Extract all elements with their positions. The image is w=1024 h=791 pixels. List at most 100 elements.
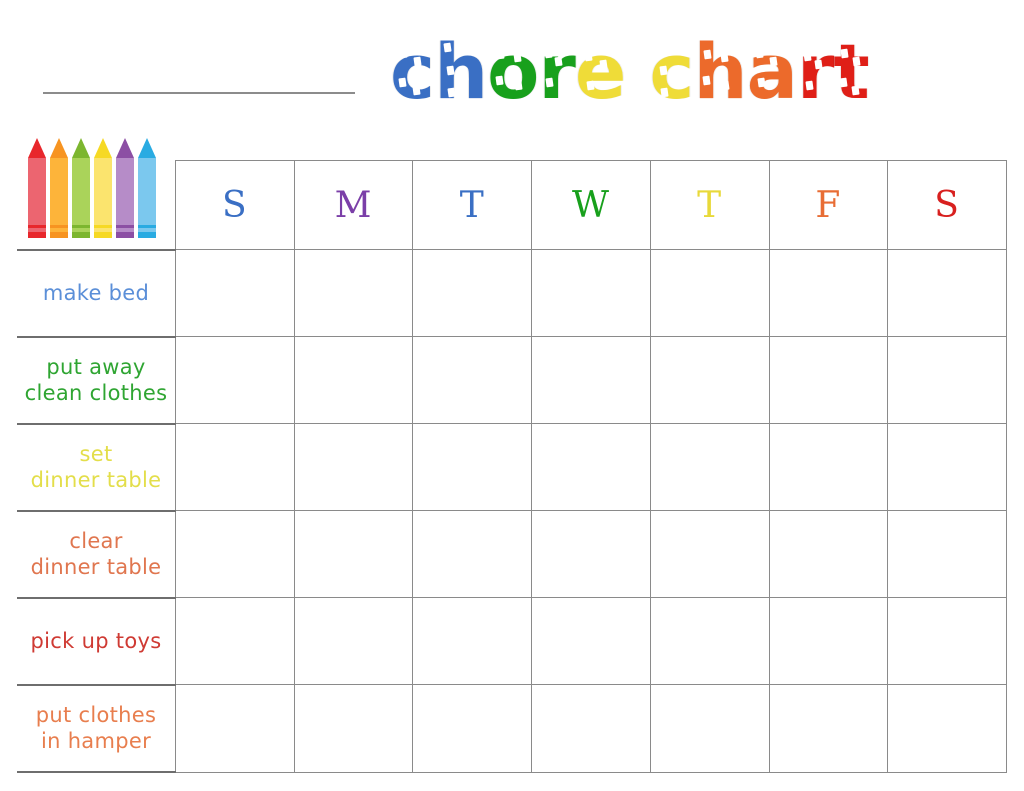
chore-checkbox-cell[interactable] [649,336,770,425]
chore-checkbox-cell[interactable] [768,423,889,512]
chore-checkbox-cell[interactable] [887,597,1007,686]
chore-checkbox-cell[interactable] [293,248,414,338]
title-letter-c: c [390,26,435,116]
name-line[interactable] [43,92,355,94]
table-row: set dinner table [17,422,1007,512]
chore-checkbox-cell[interactable] [175,597,295,686]
chore-label-cell: clear dinner table [17,509,176,599]
chore-checkbox-cell[interactable] [887,248,1007,338]
chore-checkbox-cell[interactable] [768,510,889,599]
chore-checkbox-cell[interactable] [175,684,295,773]
crayon-tip-icon [94,138,112,158]
chore-checkbox-cell[interactable] [175,423,295,512]
chore-checkbox-cell[interactable] [293,597,414,686]
chore-checkbox-cell[interactable] [887,510,1007,599]
title-letter-dots [797,36,833,108]
title-letter-dots [390,36,434,108]
chore-checkbox-cell[interactable] [531,684,651,773]
table-row: pick up toys [17,596,1007,686]
title-letter-a: a [746,26,798,116]
day-header-monday: M [293,160,414,250]
chore-checkbox-cell[interactable] [175,336,295,425]
chore-checkbox-cell[interactable] [531,336,651,425]
chore-checkbox-cell[interactable] [412,248,533,338]
title-letter-o: o [487,26,539,116]
chore-checkbox-cell[interactable] [768,336,889,425]
chore-chart-table: S M T W T F S make bed put away clean clothes se… [17,160,1007,774]
chore-checkbox-cell[interactable] [768,597,889,686]
title-letter-dots [487,36,538,108]
chore-checkbox-cell[interactable] [293,684,414,773]
crayon-tip-icon [28,138,46,158]
day-header-friday: F [768,160,889,250]
chore-checkbox-cell[interactable] [887,336,1007,425]
day-letter: W [571,184,610,226]
chore-checkbox-cell[interactable] [175,510,295,599]
crayon-tip-icon [50,138,68,158]
chore-checkbox-cell[interactable] [531,423,651,512]
crayon-tip-icon [72,138,90,158]
chore-label-cell: put away clean clothes [17,335,176,425]
table-row: make bed [17,248,1007,338]
chore-checkbox-cell[interactable] [649,423,770,512]
chore-label-cell: put clothes in hamper [17,683,176,774]
title-letter-dots [833,36,868,108]
title-letter-c: c [649,26,694,116]
chore-checkbox-cell[interactable] [412,510,533,599]
title-letter-dots [747,36,797,108]
page-title: chore chart [390,8,1010,116]
chore-checkbox-cell[interactable] [649,510,770,599]
crayon-tip-icon [138,138,156,158]
chore-label: clear dinner table [30,529,162,580]
title-letter-dots [538,36,574,108]
day-letter: M [334,184,373,226]
chore-label: set dinner table [30,441,162,493]
title-text: chore chart [390,8,1010,116]
chore-checkbox-cell[interactable] [531,510,651,599]
chore-checkbox-cell[interactable] [531,597,651,686]
table-header: SMTWTFS [17,160,1007,251]
chore-checkbox-cell[interactable] [175,248,295,338]
header-row: SMTWTFS [17,160,1007,251]
chore-checkbox-cell[interactable] [293,423,414,512]
title-letter-space [625,36,649,108]
chore-label: make bed [42,280,150,305]
chore-checkbox-cell[interactable] [412,684,533,773]
chore-checkbox-cell[interactable] [412,336,533,425]
chore-checkbox-cell[interactable] [768,248,889,338]
chore-checkbox-cell[interactable] [293,510,414,599]
title-letter-dots [575,36,626,108]
crayon-tip-icon [116,138,134,158]
day-header-wednesday: W [531,160,651,250]
chore-checkbox-cell[interactable] [293,336,414,425]
day-header-thursday: T [649,160,770,250]
day-header-saturday: S [887,160,1007,250]
table-row: clear dinner table [17,509,1007,599]
table-row: put clothes in hamper [17,683,1007,774]
day-letter: F [815,184,842,226]
title-letter-t: t [833,26,869,116]
chore-checkbox-cell[interactable] [887,684,1007,773]
chore-label-cell: make bed [17,248,176,338]
title-letter-r: r [796,26,834,116]
chore-checkbox-cell[interactable] [412,597,533,686]
title-letter-r: r [538,26,575,116]
chore-checkbox-cell[interactable] [531,248,651,338]
chore-checkbox-cell[interactable] [887,423,1007,512]
day-letter: S [222,184,248,226]
title-letter-h: h [434,26,488,116]
title-letter-e: e [574,26,627,116]
day-letter: T [697,184,723,226]
chore-checkbox-cell[interactable] [649,248,770,338]
chore-label-cell: set dinner table [17,422,176,512]
day-header-tuesday: T [412,160,533,250]
chore-checkbox-cell[interactable] [649,597,770,686]
chore-checkbox-cell[interactable] [412,423,533,512]
chore-label: pick up toys [30,629,162,654]
title-letter-h: h [693,26,747,116]
chore-checkbox-cell[interactable] [649,684,770,773]
corner-cell [17,160,176,251]
table-row: put away clean clothes [17,335,1007,425]
title-letter-dots [434,36,487,108]
chore-checkbox-cell[interactable] [768,684,889,773]
